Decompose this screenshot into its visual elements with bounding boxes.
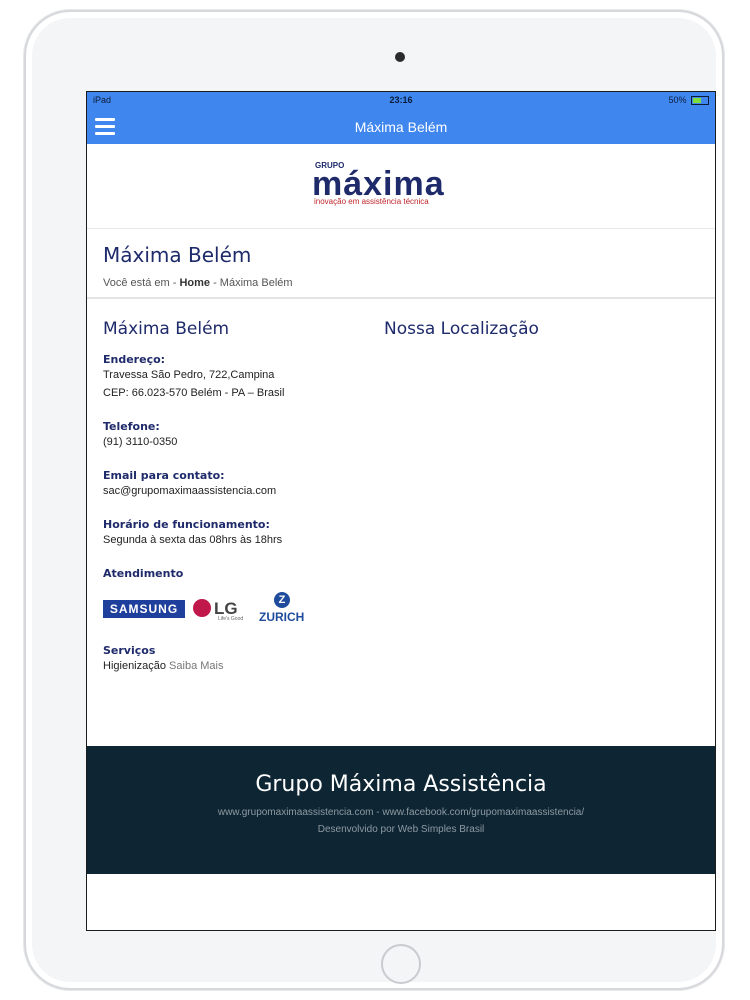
app-screen: iPad 23:16 50% Máxima Belém GRUPO máxima… (86, 91, 716, 931)
service-brands-label: Atendimento (103, 567, 184, 580)
service-item: Higienização Saiba Mais (103, 657, 363, 675)
logo-word: máxima (312, 165, 445, 203)
phone-value[interactable]: (91) 3110-0350 (103, 433, 363, 451)
ipad-frame: iPad 23:16 50% Máxima Belém GRUPO máxima… (24, 10, 724, 990)
navbar-title: Máxima Belém (354, 119, 448, 135)
logo-header: GRUPO máxima inovação em assistência téc… (87, 144, 715, 229)
site-footer: Grupo Máxima Assistência www.grupomaxima… (87, 746, 715, 874)
maxima-logo[interactable]: GRUPO máxima inovação em assistência téc… (312, 161, 472, 206)
email-value[interactable]: sac@grupomaximaassistencia.com (103, 482, 363, 500)
main-content: Máxima Belém Endereço: Travessa São Pedr… (87, 299, 715, 729)
footer-site-link[interactable]: www.grupomaximaassistencia.com (218, 807, 374, 818)
location-column: Nossa Localização (384, 319, 539, 339)
home-button[interactable] (381, 944, 421, 984)
lg-tagline: Life's Good (218, 616, 244, 622)
services-label: Serviços (103, 644, 156, 657)
zurich-mark-icon: Z (274, 592, 290, 608)
breadcrumb-home-link[interactable]: Home (179, 277, 210, 289)
footer-separator: - (376, 807, 380, 818)
battery-icon (691, 96, 709, 106)
hours-label: Horário de funcionamento: (103, 518, 270, 531)
footer-facebook-link[interactable]: www.facebook.com/grupomaximaassistencia/ (382, 807, 584, 818)
logo-tagline: inovação em assistência técnica (314, 197, 429, 206)
saiba-mais-link[interactable]: Saiba Mais (169, 660, 223, 672)
store-heading: Máxima Belém (103, 319, 230, 339)
lg-logo: LG Life's Good (193, 596, 251, 624)
zurich-text: ZURICH (259, 610, 305, 624)
brand-logos: SAMSUNG LG Life's Good Z ZURICH (103, 592, 363, 626)
footer-developer-credit[interactable]: Desenvolvido por Web Simples Brasil (87, 824, 715, 835)
top-navbar: Máxima Belém (87, 110, 715, 144)
page-header: Máxima Belém Você está em - Home - Máxim… (87, 229, 715, 299)
page-title: Máxima Belém (103, 243, 252, 267)
breadcrumb-prefix: Você está em - (103, 277, 177, 289)
location-heading: Nossa Localização (384, 319, 539, 339)
address-line1: Travessa São Pedro, 722,Campina (103, 369, 275, 381)
phone-label: Telefone: (103, 420, 160, 433)
hours-value: Segunda à sexta das 08hrs às 18hrs (103, 534, 283, 546)
camera-icon (395, 52, 405, 62)
email-label: Email para contato: (103, 469, 225, 482)
store-info-column: Máxima Belém Endereço: Travessa São Pedr… (103, 319, 363, 675)
address-label: Endereço: (103, 353, 166, 366)
breadcrumb: Você está em - Home - Máxima Belém (103, 277, 699, 289)
breadcrumb-separator: - (213, 277, 217, 289)
service-name: Higienização (103, 660, 166, 672)
battery-indicator: 50% (668, 95, 709, 106)
footer-links: www.grupomaximaassistencia.com - www.fac… (87, 807, 715, 818)
battery-percent: 50% (668, 95, 687, 105)
samsung-logo: SAMSUNG (103, 600, 185, 618)
footer-title: Grupo Máxima Assistência (255, 772, 547, 797)
status-time: 23:16 (389, 95, 413, 105)
lg-face-icon (193, 599, 211, 617)
zurich-logo: Z ZURICH (259, 592, 315, 626)
breadcrumb-current: Máxima Belém (219, 277, 293, 289)
address-line2: CEP: 66.023-570 Belém - PA – Brasil (103, 387, 285, 399)
status-bar: iPad 23:16 50% (87, 92, 715, 110)
